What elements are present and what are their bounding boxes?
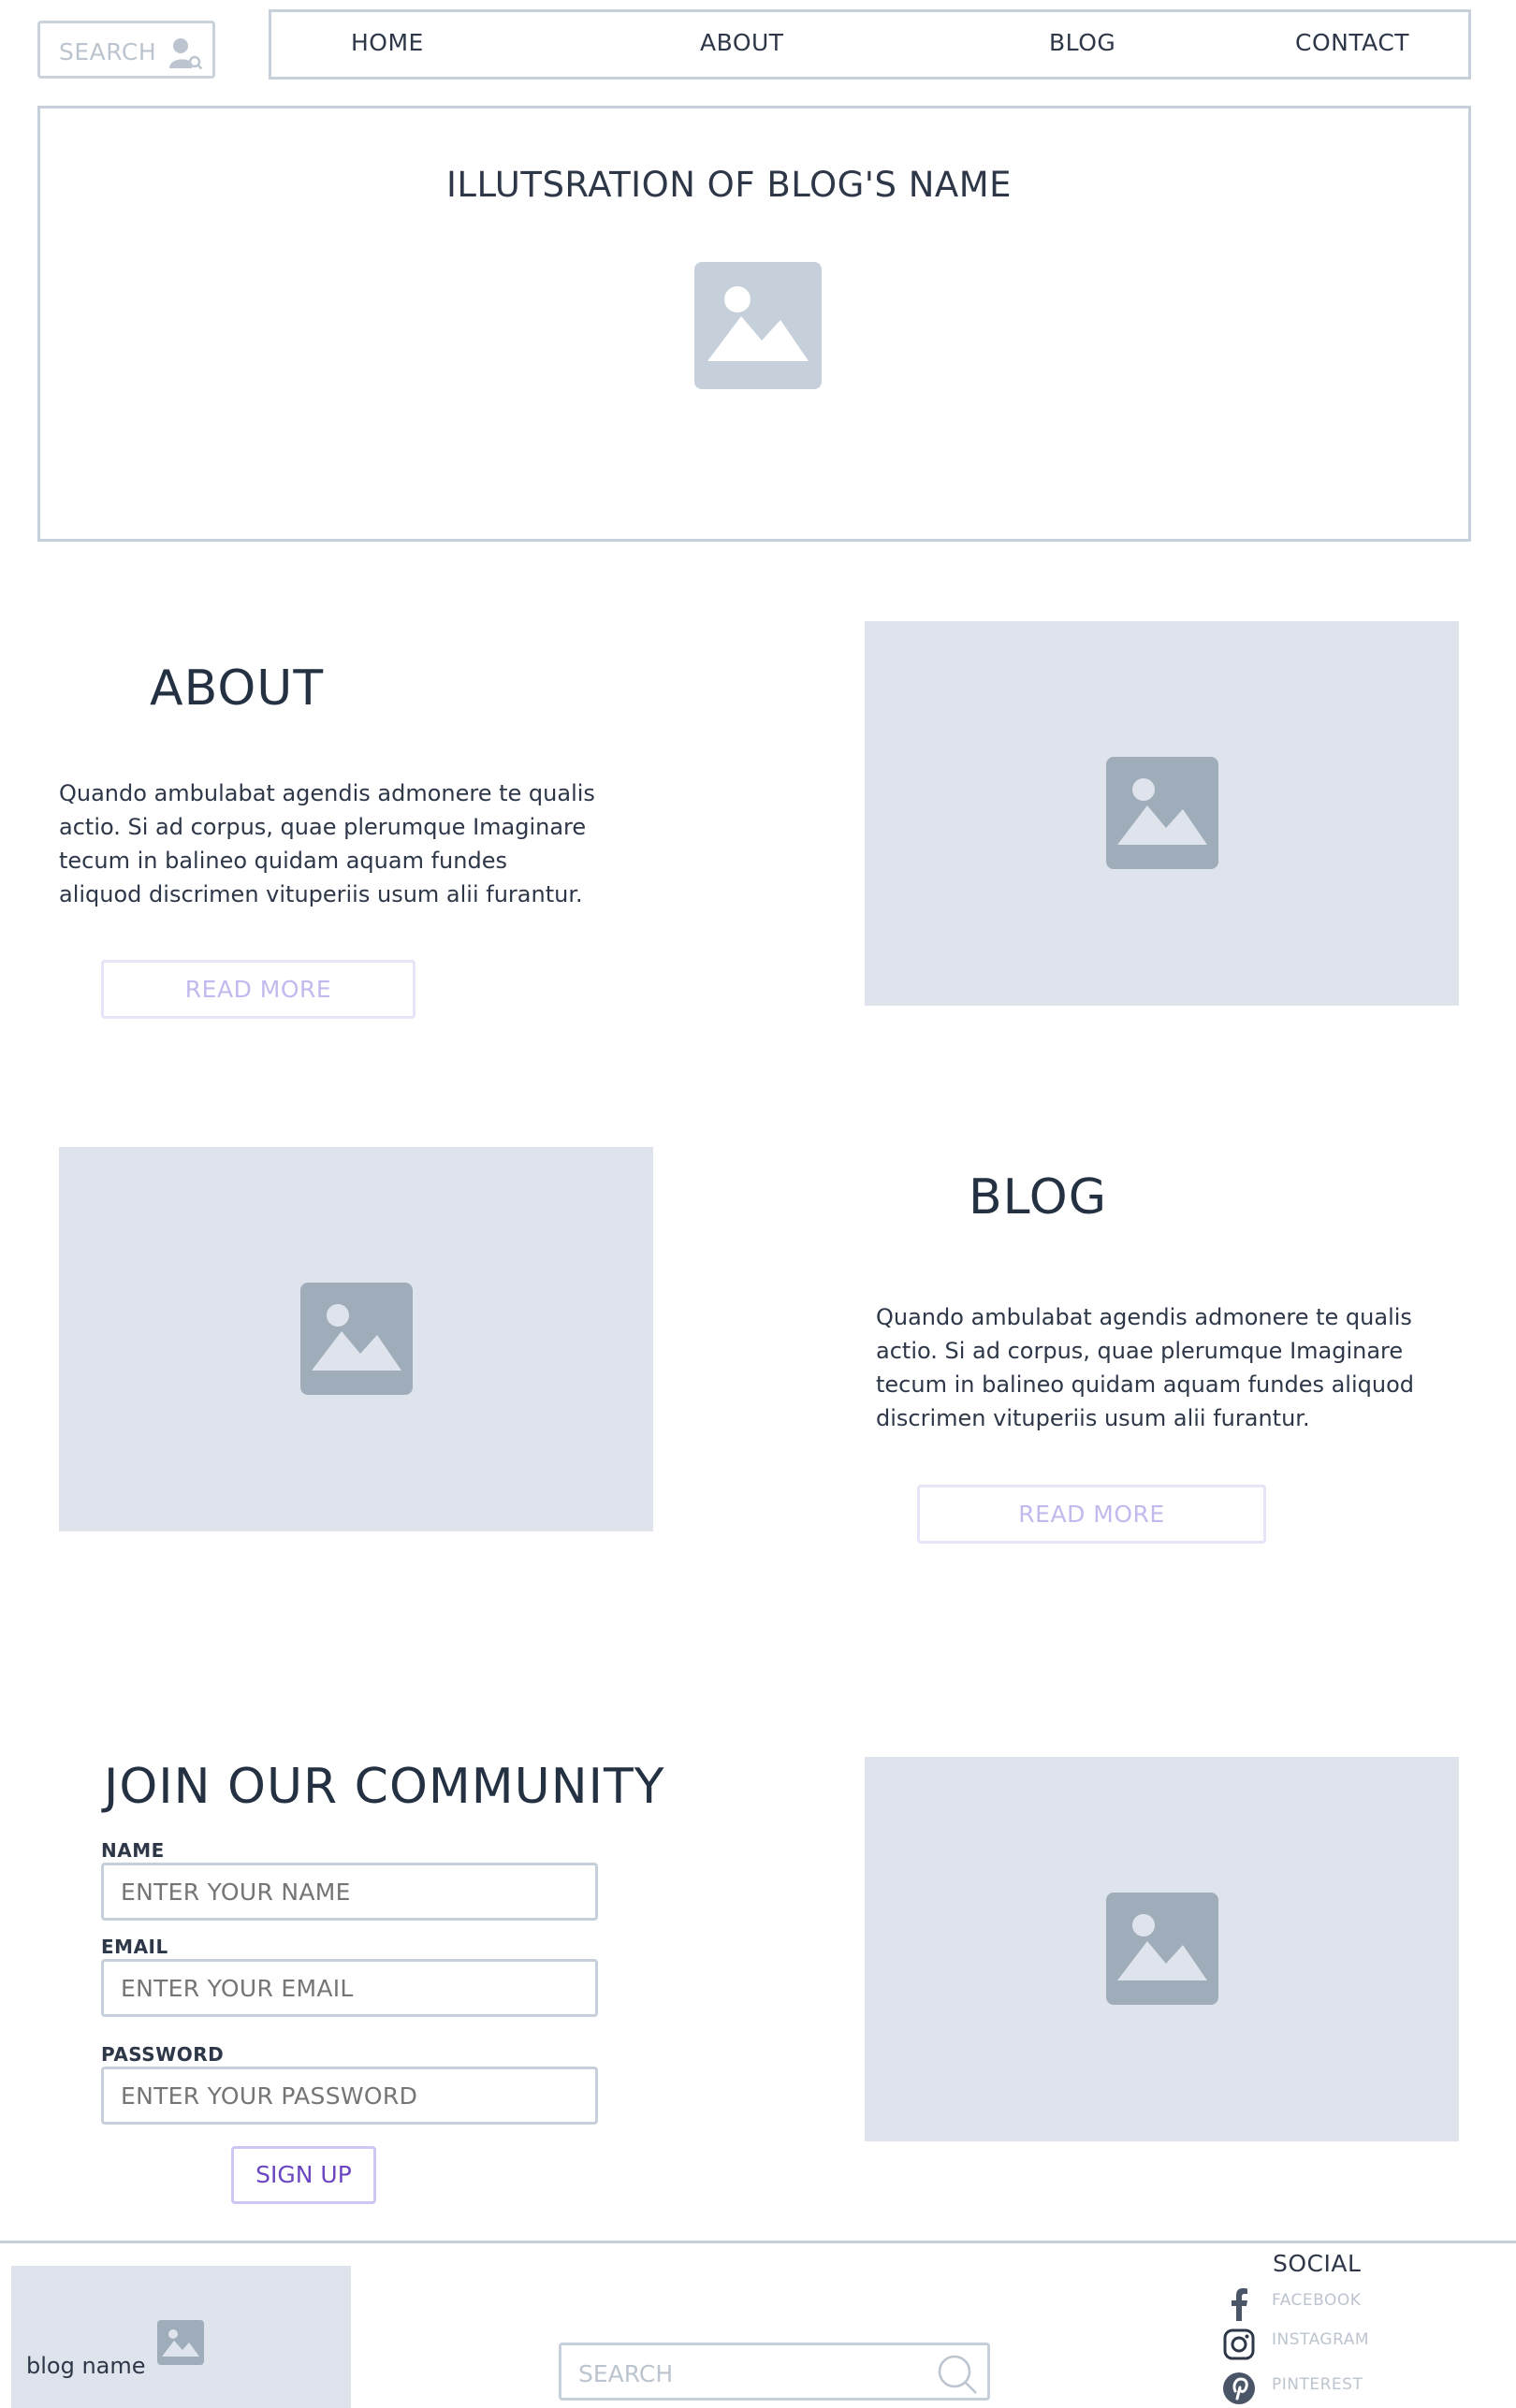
about-text-line: tecum in balineo quidam aquam fundes <box>59 848 507 874</box>
nav-blog[interactable]: BLOG <box>1049 29 1115 56</box>
image-placeholder-icon <box>300 1283 413 1395</box>
header-search-placeholder: SEARCH <box>59 38 157 65</box>
blog-image <box>59 1147 653 1531</box>
sign-up-button[interactable]: SIGN UP <box>231 2146 376 2204</box>
image-placeholder-icon <box>1106 757 1218 869</box>
blog-text-line: discrimen vituperiis usum alii furantur. <box>876 1405 1310 1431</box>
community-image <box>865 1757 1459 2141</box>
social-link-facebook[interactable]: FACEBOOK <box>1222 2285 1409 2323</box>
facebook-icon <box>1222 2285 1256 2323</box>
footer-search-placeholder: SEARCH <box>578 2360 674 2387</box>
image-placeholder-icon <box>157 2320 204 2365</box>
about-text-line: actio. Si ad corpus, quae plerumque Imag… <box>59 814 587 840</box>
email-label: EMAIL <box>101 1936 168 1958</box>
nav-about[interactable]: ABOUT <box>700 29 784 56</box>
name-input[interactable] <box>101 1863 598 1921</box>
about-text-line: Quando ambulabat agendis admonere te qua… <box>59 780 595 806</box>
about-text-line: aliquod discrimen vituperiis usum alii f… <box>59 881 583 907</box>
social-heading: SOCIAL <box>1273 2250 1362 2277</box>
about-image <box>865 621 1459 1006</box>
blog-heading: BLOG <box>969 1169 1108 1226</box>
image-placeholder-icon <box>1106 1893 1218 2005</box>
about-heading: ABOUT <box>150 660 325 717</box>
pinterest-icon <box>1222 2370 1256 2407</box>
footer-search-box[interactable]: SEARCH <box>559 2343 990 2401</box>
blog-text-line: tecum in balineo quidam aquam fundes ali… <box>876 1371 1415 1398</box>
social-link-pinterest[interactable]: PINTEREST <box>1222 2370 1409 2407</box>
footer-brand-name: blog name <box>26 2353 146 2379</box>
hero-banner: ILLUTSRATION OF BLOG'S NAME <box>37 106 1471 542</box>
nav-contact[interactable]: CONTACT <box>1295 29 1409 56</box>
about-read-more-button[interactable]: READ MORE <box>101 960 415 1019</box>
blog-text-line: Quando ambulabat agendis admonere te qua… <box>876 1304 1412 1330</box>
instagram-icon <box>1222 2325 1256 2362</box>
footer-brand[interactable]: blog name <box>11 2266 351 2408</box>
facebook-label: FACEBOOK <box>1272 2291 1362 2310</box>
blog-text-line: actio. Si ad corpus, quae plerumque Imag… <box>876 1338 1404 1364</box>
header-search-box[interactable]: SEARCH <box>37 21 215 79</box>
blog-read-more-button[interactable]: READ MORE <box>917 1485 1266 1544</box>
image-placeholder-icon <box>694 262 822 389</box>
search-icon[interactable] <box>936 2353 979 2396</box>
community-heading: JOIN OUR COMMUNITY <box>104 1759 665 1815</box>
footer-divider <box>0 2241 1516 2243</box>
password-input[interactable] <box>101 2067 598 2125</box>
name-label: NAME <box>101 1839 165 1862</box>
user-search-icon[interactable] <box>168 36 203 70</box>
email-input[interactable] <box>101 1959 598 2017</box>
social-link-instagram[interactable]: INSTAGRAM <box>1222 2325 1409 2362</box>
main-nav: HOME ABOUT BLOG CONTACT <box>269 9 1471 80</box>
password-label: PASSWORD <box>101 2043 225 2066</box>
pinterest-label: PINTEREST <box>1272 2375 1363 2394</box>
nav-home[interactable]: HOME <box>351 29 424 56</box>
blog-text: Quando ambulabat agendis admonere te qua… <box>876 1300 1456 1435</box>
hero-title: ILLUTSRATION OF BLOG'S NAME <box>445 165 1013 205</box>
about-text: Quando ambulabat agendis admonere te qua… <box>59 776 639 911</box>
instagram-label: INSTAGRAM <box>1272 2330 1370 2349</box>
